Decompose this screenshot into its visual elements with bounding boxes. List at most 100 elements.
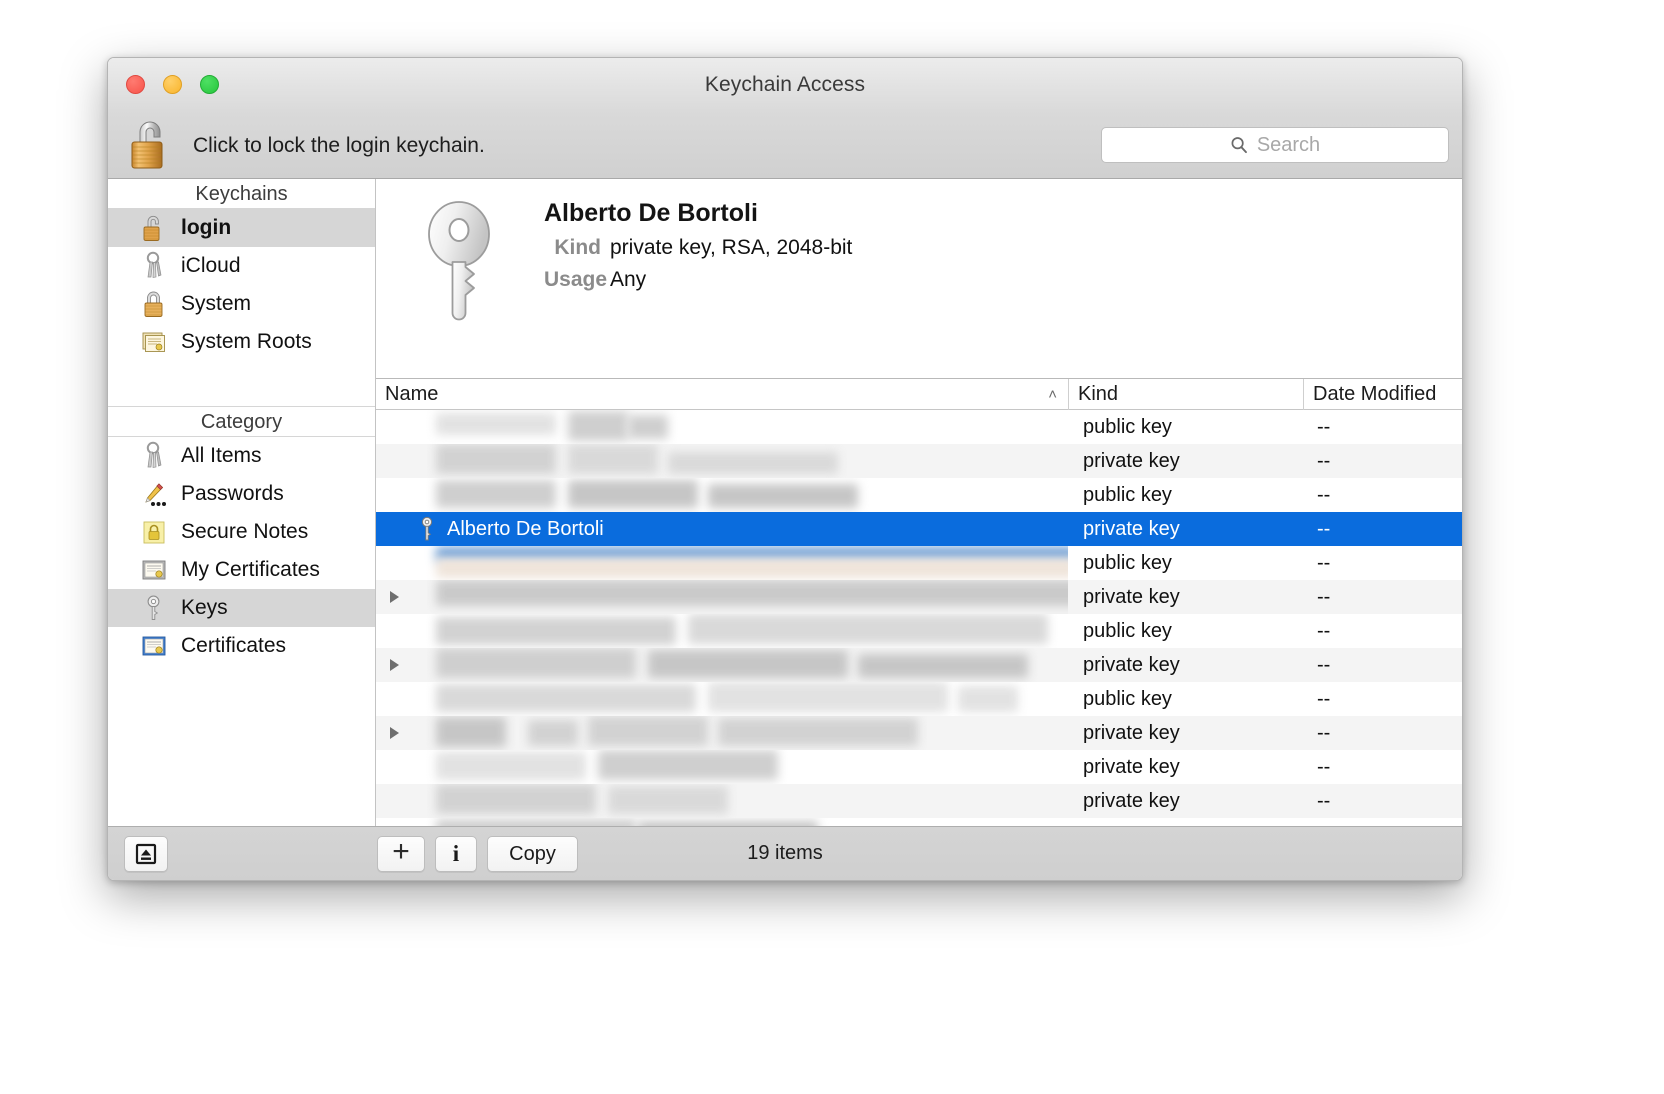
table-body: public key -- private key -- public key -- Alb… (376, 410, 1462, 826)
cell-name (376, 818, 1068, 826)
cell-kind: private key (1083, 653, 1180, 676)
sidebar-item-label: Passwords (181, 482, 284, 505)
sidebar-item-secure-notes[interactable]: Secure Notes (108, 513, 375, 551)
lock-keychain-button[interactable] (124, 115, 184, 173)
cell-kind: public key (1083, 483, 1172, 506)
window-title: Keychain Access (704, 73, 866, 96)
sidebar-item-certificates[interactable]: Certificates (108, 627, 375, 665)
eject-icon (135, 843, 157, 865)
cell-name (376, 648, 1068, 682)
unlocked-padlock-icon (143, 215, 160, 241)
sidebar-item-icloud[interactable]: iCloud (108, 247, 375, 285)
table-row[interactable]: public key -- (376, 682, 1462, 716)
sidebar-item-keys[interactable]: Keys (108, 589, 375, 627)
redacted-name-blob (568, 480, 698, 508)
table-row[interactable]: private key-- (376, 444, 1462, 478)
sidebar-item-label: System Roots (181, 330, 312, 353)
redacted-name-blob (858, 654, 1028, 678)
redacted-name-blob (668, 452, 838, 474)
certificate-icon (142, 560, 166, 580)
sidebar-item-login[interactable]: login (108, 209, 375, 247)
table-row[interactable]: public key -- (376, 410, 1462, 444)
cell-date-modified: -- (1317, 755, 1331, 778)
redacted-name-blob (436, 648, 636, 678)
cell-name (376, 478, 1068, 512)
toolbar: Click to lock the login keychain. Search (108, 114, 1462, 179)
column-header-date-label: Date Modified (1313, 382, 1437, 405)
cell-kind: private key (1083, 755, 1180, 778)
show-keychains-button[interactable] (124, 836, 168, 872)
disclosure-triangle-icon[interactable] (390, 727, 399, 739)
cell-date-modified: -- (1317, 619, 1331, 642)
sidebar-item-system-roots[interactable]: System Roots (108, 323, 375, 361)
cell-date-modified: -- (1317, 483, 1331, 506)
large-key-icon (428, 201, 490, 321)
title-bar: Keychain Access (108, 58, 1462, 114)
redacted-name-blob (588, 716, 708, 746)
sidebar-item-my-certificates[interactable]: My Certificates (108, 551, 375, 589)
disclosure-triangle-icon[interactable] (390, 591, 399, 603)
column-header-date-modified[interactable]: Date Modified (1303, 379, 1462, 410)
redacted-name-blob (608, 786, 728, 814)
table-row[interactable]: private key-- (376, 648, 1462, 682)
cell-kind: private key (1083, 517, 1180, 540)
items-table: Name ˄ Kind Date Modified public key -- pr… (376, 379, 1462, 826)
cell-name (376, 580, 1068, 614)
redacted-name-blob (436, 617, 676, 645)
table-row[interactable]: private key -- (376, 716, 1462, 750)
redacted-name-blob (436, 580, 1068, 606)
redacted-name-blob (436, 784, 596, 814)
sidebar-item-system[interactable]: System (108, 285, 375, 323)
redacted-name-blob (958, 686, 1018, 712)
table-row[interactable]: private key-- (376, 818, 1462, 826)
table-row[interactable]: private key -- (376, 750, 1462, 784)
pencil-dots-icon (145, 483, 166, 506)
redacted-name-blob (628, 415, 668, 439)
keyring-icon (146, 441, 162, 468)
cell-date-modified: -- (1317, 415, 1331, 438)
detail-kind-value: private key, RSA, 2048-bit (610, 236, 853, 259)
cell-date-modified: -- (1317, 721, 1331, 744)
redacted-name-blob (436, 480, 556, 508)
table-row[interactable]: private key-- (376, 580, 1462, 614)
right-pane: Alberto De Bortoli Kind private key, RSA,… (376, 179, 1462, 826)
column-header-kind[interactable]: Kind (1068, 379, 1303, 410)
sidebar-item-label: Certificates (181, 634, 287, 657)
table-row[interactable]: Alberto De Bortoli private key -- (376, 512, 1462, 546)
search-placeholder: Search (1256, 133, 1321, 156)
sidebar-item-all-items[interactable]: All Items (108, 437, 375, 475)
cell-name (376, 614, 1068, 648)
sidebar-item-label: System (181, 292, 252, 315)
redacted-name-blob (436, 684, 696, 712)
cell-kind: private key (1083, 721, 1180, 744)
redacted-name-blob (436, 413, 556, 435)
search-field[interactable]: Search (1101, 127, 1449, 163)
column-header-name-label: Name (385, 382, 439, 405)
table-row[interactable]: public key -- (376, 546, 1462, 580)
redacted-name-blob (436, 717, 506, 747)
redacted-name-blob (688, 614, 1048, 644)
redacted-name-blob (436, 752, 586, 780)
column-header-kind-label: Kind (1078, 382, 1119, 405)
row-name-label: Alberto De Bortoli (447, 517, 604, 540)
cell-kind: public key (1083, 415, 1172, 438)
disclosure-triangle-icon[interactable] (390, 659, 399, 671)
table-row[interactable]: private key-- (376, 784, 1462, 818)
sidebar-item-label: My Certificates (181, 558, 320, 581)
redacted-name-blob (718, 718, 918, 746)
sidebar-item-passwords[interactable]: Passwords (108, 475, 375, 513)
item-count-label: 19 items (747, 842, 823, 864)
cell-date-modified: -- (1317, 517, 1331, 540)
key-icon (147, 595, 160, 620)
column-header-name[interactable]: Name ˄ (376, 379, 1068, 410)
sidebar: Keychains login iCloud System System Roo… (108, 179, 376, 826)
sidebar-item-label: login (181, 216, 232, 239)
padlock-icon (144, 291, 163, 317)
cell-kind: private key (1083, 789, 1180, 812)
cell-kind: public key (1083, 619, 1172, 642)
table-row[interactable]: public key -- (376, 614, 1462, 648)
cell-kind: public key (1083, 551, 1172, 574)
lock-keychain-label: Click to lock the login keychain. (193, 134, 485, 157)
table-row[interactable]: public key -- (376, 478, 1462, 512)
cell-kind: private key (1083, 585, 1180, 608)
